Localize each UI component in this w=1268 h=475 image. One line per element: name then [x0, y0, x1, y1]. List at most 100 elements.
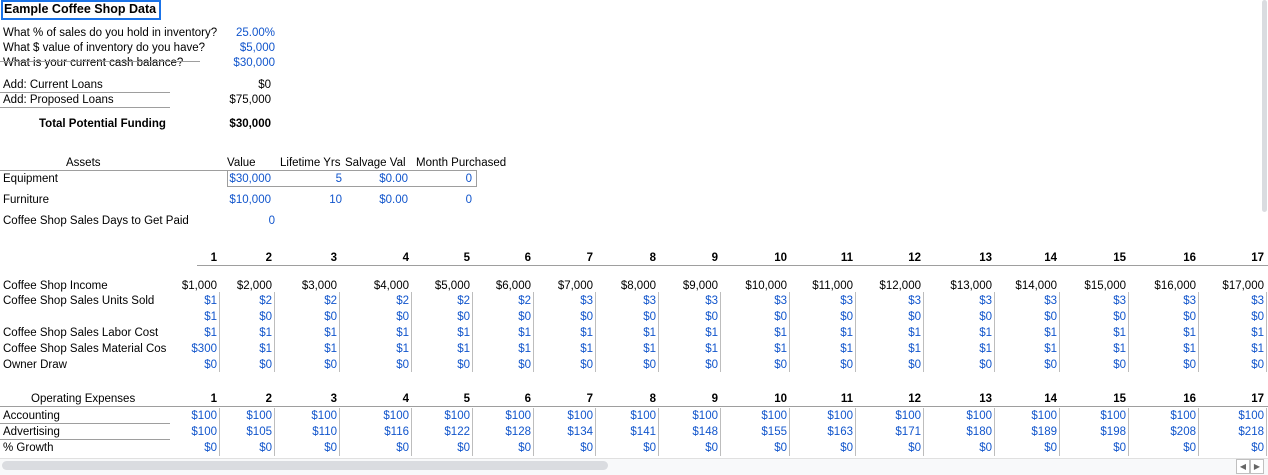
income-cell[interactable]: $3 — [859, 294, 921, 308]
income-cell[interactable]: $1 — [656, 342, 718, 356]
income-cell[interactable]: $1 — [930, 342, 992, 356]
income-cell[interactable]: $1 — [469, 342, 531, 356]
income-cell[interactable]: $0 — [347, 310, 409, 324]
opex-cell[interactable]: $218 — [1209, 425, 1264, 439]
sheet-title-cell[interactable]: Eample Coffee Shop Data — [1, 0, 162, 20]
income-cell[interactable]: $3 — [791, 294, 853, 308]
income-cell[interactable]: $1 — [1202, 342, 1264, 356]
opex-cell[interactable]: $163 — [798, 425, 853, 439]
opex-cell[interactable]: $116 — [354, 425, 409, 439]
income-cell[interactable]: $13,000 — [930, 279, 992, 293]
income-cell[interactable]: $0 — [275, 358, 337, 372]
income-cell[interactable]: $300 — [155, 342, 217, 356]
income-cell[interactable]: $3 — [531, 294, 593, 308]
income-cell[interactable]: $1 — [791, 342, 853, 356]
income-cell[interactable]: $3 — [1202, 294, 1264, 308]
opex-cell[interactable]: $0 — [415, 441, 470, 455]
opex-cell[interactable]: $208 — [1141, 425, 1196, 439]
income-cell[interactable]: $0 — [791, 310, 853, 324]
income-cell[interactable]: $1 — [531, 342, 593, 356]
income-cell[interactable]: $0 — [725, 310, 787, 324]
income-cell[interactable]: $1 — [859, 342, 921, 356]
income-cell[interactable]: $0 — [594, 358, 656, 372]
scroll-left-icon[interactable]: ◀ — [1236, 459, 1250, 474]
opex-cell[interactable]: $100 — [217, 409, 272, 423]
income-cell[interactable]: $1 — [995, 342, 1057, 356]
income-cell[interactable]: $14,000 — [995, 279, 1057, 293]
income-cell[interactable]: $1 — [1064, 326, 1126, 340]
income-cell[interactable]: $1 — [1202, 326, 1264, 340]
opex-cell[interactable]: $100 — [798, 409, 853, 423]
income-cell[interactable]: $0 — [791, 358, 853, 372]
income-cell[interactable]: $1 — [656, 326, 718, 340]
opex-cell[interactable]: $100 — [732, 409, 787, 423]
income-cell[interactable]: $1 — [155, 294, 217, 308]
opex-cell[interactable]: $0 — [538, 441, 593, 455]
opex-cell[interactable]: $189 — [1002, 425, 1057, 439]
income-cell[interactable]: $0 — [1202, 310, 1264, 324]
opex-cell[interactable]: $100 — [282, 409, 337, 423]
opex-cell[interactable]: $100 — [1071, 409, 1126, 423]
income-cell[interactable]: $1 — [275, 342, 337, 356]
income-cell[interactable]: $8,000 — [594, 279, 656, 293]
income-cell[interactable]: $0 — [725, 358, 787, 372]
opex-cell[interactable]: $100 — [663, 409, 718, 423]
income-cell[interactable]: $3 — [1064, 294, 1126, 308]
opex-cell[interactable]: $0 — [354, 441, 409, 455]
income-cell[interactable]: $1 — [155, 326, 217, 340]
assumption-value[interactable]: $30,000 — [200, 56, 275, 70]
income-cell[interactable]: $1 — [347, 326, 409, 340]
income-cell[interactable]: $3 — [930, 294, 992, 308]
furniture-value[interactable]: $10,000 — [200, 193, 271, 207]
opex-cell[interactable]: $100 — [1141, 409, 1196, 423]
days-to-get-paid-value[interactable]: 0 — [240, 214, 275, 228]
income-cell[interactable]: $0 — [1202, 358, 1264, 372]
income-cell[interactable]: $2 — [275, 294, 337, 308]
opex-cell[interactable]: $0 — [866, 441, 921, 455]
income-cell[interactable]: $1 — [725, 342, 787, 356]
opex-cell[interactable]: $155 — [732, 425, 787, 439]
income-cell[interactable]: $1 — [995, 326, 1057, 340]
income-cell[interactable]: $0 — [930, 310, 992, 324]
income-cell[interactable]: $2 — [408, 294, 470, 308]
income-cell[interactable]: $0 — [859, 358, 921, 372]
income-cell[interactable]: $1 — [155, 310, 217, 324]
opex-cell[interactable]: $0 — [1071, 441, 1126, 455]
income-cell[interactable]: $17,000 — [1202, 279, 1264, 293]
opex-cell[interactable]: $128 — [476, 425, 531, 439]
income-cell[interactable]: $0 — [1134, 310, 1196, 324]
income-cell[interactable]: $9,000 — [656, 279, 718, 293]
income-cell[interactable]: $0 — [531, 310, 593, 324]
income-cell[interactable]: $0 — [469, 358, 531, 372]
opex-cell[interactable]: $0 — [1209, 441, 1264, 455]
income-cell[interactable]: $3,000 — [275, 279, 337, 293]
income-cell[interactable]: $1 — [347, 342, 409, 356]
income-cell[interactable]: $0 — [408, 310, 470, 324]
opex-cell[interactable]: $100 — [866, 409, 921, 423]
opex-cell[interactable]: $100 — [354, 409, 409, 423]
income-cell[interactable]: $1 — [531, 326, 593, 340]
opex-cell[interactable]: $122 — [415, 425, 470, 439]
income-cell[interactable]: $1 — [408, 342, 470, 356]
furniture-life[interactable]: 10 — [300, 193, 342, 207]
opex-cell[interactable]: $100 — [162, 425, 217, 439]
opex-cell[interactable]: $100 — [476, 409, 531, 423]
income-cell[interactable]: $1 — [594, 342, 656, 356]
opex-cell[interactable]: $0 — [476, 441, 531, 455]
opex-cell[interactable]: $148 — [663, 425, 718, 439]
income-cell[interactable]: $3 — [725, 294, 787, 308]
income-cell[interactable]: $0 — [656, 310, 718, 324]
opex-cell[interactable]: $100 — [162, 409, 217, 423]
opex-cell[interactable]: $0 — [1141, 441, 1196, 455]
income-cell[interactable]: $3 — [995, 294, 1057, 308]
opex-cell[interactable]: $0 — [732, 441, 787, 455]
opex-cell[interactable]: $0 — [937, 441, 992, 455]
assumption-value[interactable]: 25.00% — [200, 26, 275, 40]
income-cell[interactable]: $2 — [469, 294, 531, 308]
income-cell[interactable]: $0 — [469, 310, 531, 324]
income-cell[interactable]: $2 — [347, 294, 409, 308]
opex-cell[interactable]: $0 — [282, 441, 337, 455]
income-cell[interactable]: $0 — [859, 310, 921, 324]
opex-cell[interactable]: $100 — [1002, 409, 1057, 423]
horizontal-scroll-thumb[interactable] — [2, 461, 608, 470]
